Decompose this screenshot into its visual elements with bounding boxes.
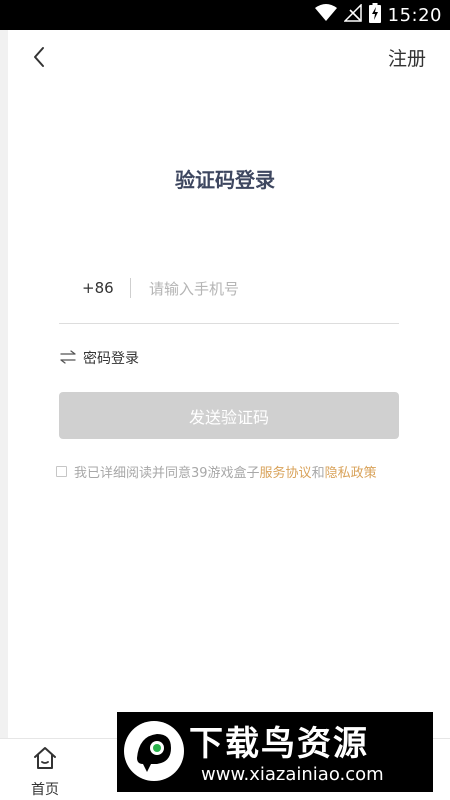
password-login-link[interactable]: 密码登录	[59, 347, 139, 369]
privacy-policy-link[interactable]: 隐私政策	[325, 462, 377, 481]
agreement-checkbox[interactable]	[56, 465, 67, 477]
status-bar: 15:20	[0, 0, 450, 30]
country-code[interactable]: +86	[82, 279, 114, 297]
tab-home[interactable]: 首页	[20, 745, 70, 798]
send-code-button[interactable]: 发送验证码	[59, 392, 399, 439]
agreement-text: 我已详细阅读并同意39游戏盒子	[74, 465, 260, 481]
status-icons: 15:20	[314, 0, 442, 30]
wifi-icon	[314, 4, 337, 26]
top-nav: 注册	[8, 30, 450, 82]
phone-row: +86	[59, 270, 399, 324]
watermark-banner: 下载鸟资源 www.xiazainiao.com	[117, 712, 433, 792]
password-login-label: 密码登录	[83, 351, 139, 367]
left-edge-strip	[0, 30, 8, 738]
swap-arrows-icon	[59, 349, 77, 368]
tab-home-label: 首页	[31, 782, 59, 798]
battery-charging-icon	[368, 3, 381, 27]
divider	[130, 278, 131, 298]
home-icon	[32, 745, 58, 775]
bird-logo-icon	[121, 718, 187, 788]
back-button[interactable]	[30, 44, 52, 70]
service-agreement-link[interactable]: 服务协议	[260, 462, 312, 481]
no-signal-icon	[342, 3, 362, 26]
agreement-conjunction: 和	[311, 465, 325, 481]
watermark-url: www.xiazainiao.com	[201, 764, 384, 785]
status-time: 15:20	[387, 4, 442, 26]
register-link[interactable]: 注册	[388, 44, 426, 71]
watermark-title: 下载鸟资源	[189, 724, 369, 764]
phone-input[interactable]	[149, 274, 389, 304]
page-title: 验证码登录	[175, 168, 275, 192]
chevron-left-icon	[30, 47, 52, 74]
agreement-row: 我已详细阅读并同意39游戏盒子 服务协议和隐私政策	[56, 461, 377, 481]
